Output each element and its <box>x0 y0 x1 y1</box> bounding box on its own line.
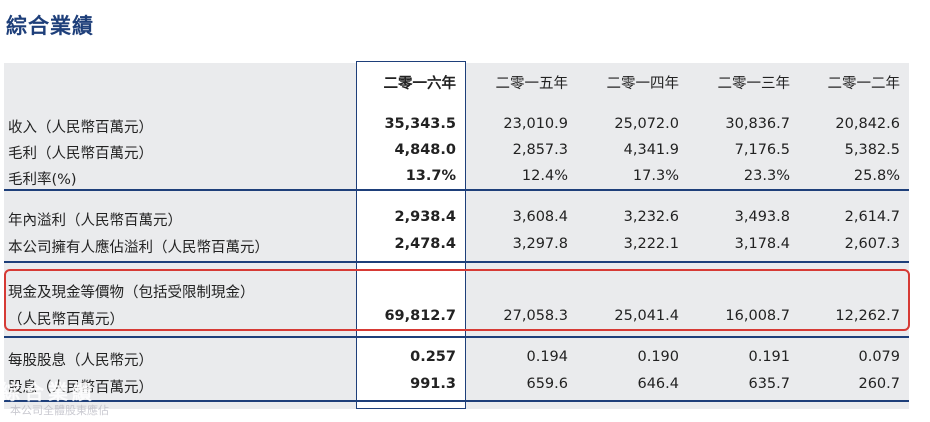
table-row: 年內溢利（人民幣百萬元） 2,938.4 3,608.4 3,232.6 3,4… <box>0 209 930 231</box>
row-label: 毛利（人民幣百萬元） <box>8 146 153 162</box>
row-label: 年內溢利（人民幣百萬元） <box>8 213 182 229</box>
row-label: 毛利率(%) <box>8 172 77 188</box>
cell-value: 0.190 <box>637 349 679 365</box>
table-row: 收入（人民幣百萬元） 35,343.5 23,010.9 25,072.0 30… <box>0 116 930 138</box>
table-row: 本公司擁有人應佔溢利（人民幣百萬元） 2,478.4 3,297.8 3,222… <box>0 236 930 258</box>
row-label: 本公司擁有人應佔溢利（人民幣百萬元） <box>8 240 269 256</box>
cell-value: 2,857.3 <box>512 142 568 158</box>
section-divider <box>4 336 909 338</box>
highlight-annotation-box <box>4 269 910 331</box>
cell-value: 3,222.1 <box>623 236 679 252</box>
watermark: 綜合業績 <box>0 380 96 404</box>
year-header-2014: 二零一四年 <box>606 76 680 92</box>
cell-value: 5,382.5 <box>844 142 900 158</box>
cell-value: 23,010.9 <box>503 116 568 132</box>
table-row: 每股股息（人民幣元） 0.257 0.194 0.190 0.191 0.079 <box>0 349 930 371</box>
year-header-2013: 二零一三年 <box>717 76 791 92</box>
cell-value: 25,072.0 <box>614 116 679 132</box>
cell-value: 25.8% <box>853 168 900 184</box>
cell-value: 30,836.7 <box>725 116 790 132</box>
cell-value: 646.4 <box>637 376 679 392</box>
row-label: 每股股息（人民幣元） <box>8 353 153 369</box>
cell-value: 3,178.4 <box>734 236 790 252</box>
cell-value: 260.7 <box>858 376 900 392</box>
table-row: 毛利（人民幣百萬元） 4,848.0 2,857.3 4,341.9 7,176… <box>0 142 930 164</box>
year-header-2015: 二零一五年 <box>495 76 569 92</box>
watermark-subtext: 本公司全體股東應佔 <box>10 404 109 417</box>
table-row: 毛利率(%) 13.7% 12.4% 17.3% 23.3% 25.8% <box>0 168 930 190</box>
table-row: 股息（人民幣百萬元） 991.3 659.6 646.4 635.7 260.7 <box>0 376 930 398</box>
cell-value: 35,343.5 <box>384 116 456 132</box>
cell-value: 2,614.7 <box>844 209 900 225</box>
cell-value: 635.7 <box>748 376 790 392</box>
cell-value: 3,493.8 <box>734 209 790 225</box>
cell-value: 7,176.5 <box>734 142 790 158</box>
cell-value: 13.7% <box>405 168 456 184</box>
year-header-2016: 二零一六年 <box>383 76 457 92</box>
cell-value: 23.3% <box>743 168 790 184</box>
cell-value: 0.194 <box>526 349 568 365</box>
row-label: 收入（人民幣百萬元） <box>8 120 153 136</box>
section-divider <box>4 400 909 402</box>
year-header-2012: 二零一二年 <box>827 76 901 92</box>
cell-value: 2,938.4 <box>394 209 456 225</box>
cell-value: 3,608.4 <box>512 209 568 225</box>
cell-value: 659.6 <box>526 376 568 392</box>
cell-value: 0.191 <box>748 349 790 365</box>
cell-value: 0.257 <box>410 349 456 365</box>
page-title: 綜合業績 <box>6 14 94 38</box>
table-header-row: 二零一六年 二零一五年 二零一四年 二零一三年 二零一二年 <box>0 72 930 94</box>
cell-value: 0.079 <box>858 349 900 365</box>
cell-value: 17.3% <box>632 168 679 184</box>
cell-value: 4,341.9 <box>623 142 679 158</box>
cell-value: 991.3 <box>410 376 456 392</box>
cell-value: 3,297.8 <box>512 236 568 252</box>
section-divider <box>4 189 909 191</box>
section-divider <box>4 261 909 263</box>
cell-value: 2,607.3 <box>844 236 900 252</box>
cell-value: 12.4% <box>521 168 568 184</box>
cell-value: 2,478.4 <box>394 236 456 252</box>
cell-value: 3,232.6 <box>623 209 679 225</box>
cell-value: 4,848.0 <box>394 142 456 158</box>
cell-value: 20,842.6 <box>835 116 900 132</box>
